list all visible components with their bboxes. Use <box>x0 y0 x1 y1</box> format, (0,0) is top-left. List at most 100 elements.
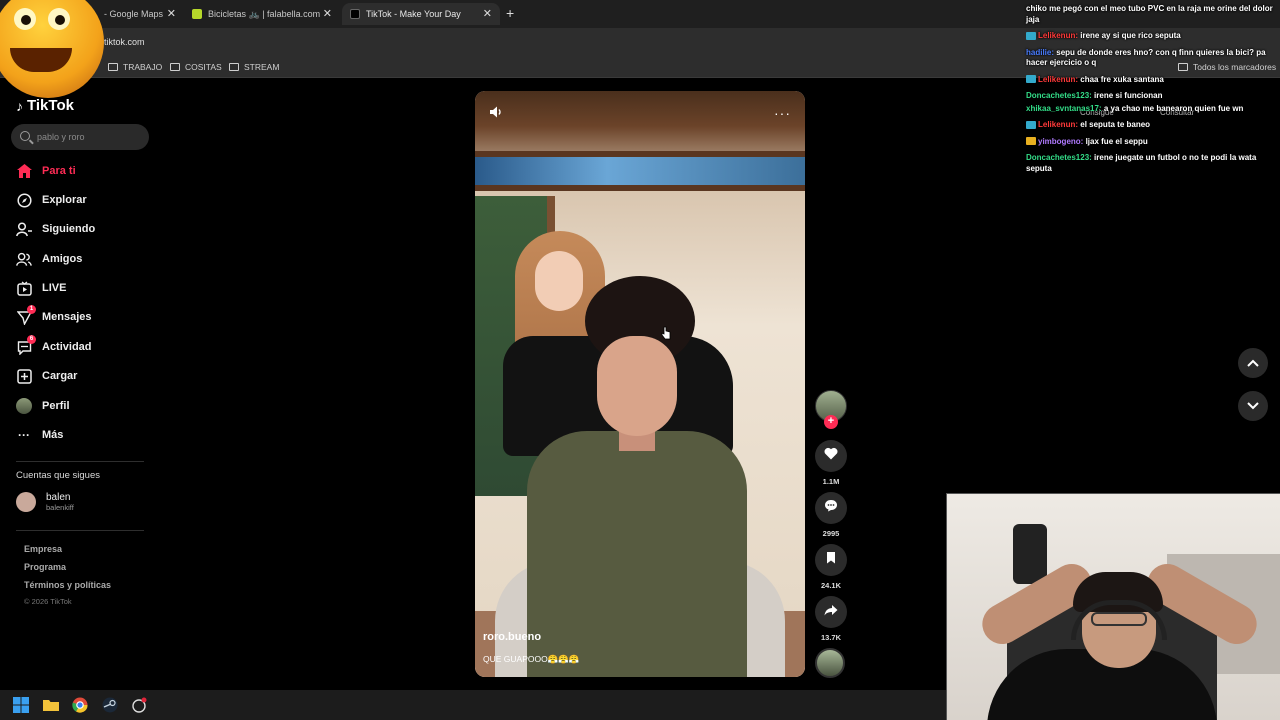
nav-mas[interactable]: ··· Más <box>16 425 63 445</box>
save-button[interactable] <box>815 544 847 576</box>
footer-link-empresa[interactable]: Empresa <box>24 544 62 554</box>
chat-user: yimbogeno: <box>1038 136 1084 146</box>
chat-message: Lelikenun: irene ay si que rico seputa <box>1026 31 1278 42</box>
nav-cargar[interactable]: Cargar <box>16 366 77 386</box>
video-caption: QUE GUAPOOO😤😤😤 <box>483 654 580 664</box>
tab-google-maps[interactable]: - Google Maps ✕ <box>96 3 184 25</box>
new-tab-button[interactable]: + <box>506 5 514 21</box>
chat-badge-icon <box>1026 75 1036 84</box>
activity-badge: 6 <box>27 335 36 344</box>
tab-label: Bicicletas 🚲 | falabella.com <box>208 8 321 19</box>
chat-badge-icon <box>1026 137 1036 146</box>
tab-falabella[interactable]: Bicicletas 🚲 | falabella.com ✕ <box>184 3 340 25</box>
hand-cursor-icon <box>661 326 671 340</box>
previous-video-button[interactable] <box>1238 348 1268 378</box>
nav-perfil[interactable]: Perfil <box>16 396 70 416</box>
chat-message: yimbogeno: ljax fue el seppu <box>1026 137 1278 148</box>
windows-start-icon[interactable] <box>13 697 29 713</box>
footer-link-programa[interactable]: Programa <box>24 562 66 572</box>
comment-icon <box>824 499 838 517</box>
chat-text: el seputa te baneo <box>1080 120 1151 129</box>
volume-icon[interactable] <box>489 105 503 119</box>
emoji-mouth <box>10 48 72 72</box>
webcam-scene-bag <box>1013 524 1047 584</box>
folder-icon <box>108 63 118 71</box>
tiktok-logo[interactable]: ♪ TikTok <box>16 97 74 114</box>
nav-label: Más <box>42 429 64 441</box>
nav-actividad[interactable]: 6 Actividad <box>16 335 92 357</box>
tab-tiktok[interactable]: TikTok - Make Your Day ✕ <box>342 3 500 25</box>
chat-message: hadilie: sepu de donde eres hno? con q f… <box>1026 48 1278 69</box>
close-tab-icon[interactable]: ✕ <box>323 7 332 20</box>
bookmark-label: STREAM <box>244 62 280 72</box>
upload-icon <box>16 368 32 384</box>
messages-badge: 1 <box>27 305 36 314</box>
webcam-overlay <box>946 493 1280 720</box>
nav-amigos[interactable]: Amigos <box>16 249 82 269</box>
nav-label: Perfil <box>42 400 70 412</box>
nav-para-ti[interactable]: Para ti <box>16 161 76 181</box>
bookmark-label: COSITAS <box>185 62 222 72</box>
chrome-icon[interactable] <box>72 697 88 713</box>
sidebar-divider <box>16 461 144 462</box>
bookmark-label: TRABAJO <box>123 62 163 72</box>
chat-message: Doncachetes123: irene juegate un futbol … <box>1026 153 1278 174</box>
emoji-eye <box>48 8 70 30</box>
video-scene-boy-shirt <box>527 431 747 677</box>
nav-label: Siguiendo <box>42 223 96 235</box>
bookmark-folder-cositas[interactable]: COSITAS <box>170 62 222 72</box>
folder-icon <box>229 63 239 71</box>
video-scene-window <box>475 151 805 191</box>
account-name: balen <box>46 492 71 503</box>
search-icon[interactable] <box>20 131 30 141</box>
video-scene-boy-face <box>597 336 677 436</box>
screen: { "browser": { "tabs": [ {"label": "- Go… <box>0 0 1280 720</box>
nav-live[interactable]: LIVE <box>16 278 66 298</box>
chat-user: Lelikenun: <box>1038 74 1079 84</box>
like-button[interactable] <box>815 440 847 472</box>
url-text[interactable]: tiktok.com <box>104 37 145 47</box>
share-button[interactable] <box>815 596 847 628</box>
live-icon <box>16 280 32 296</box>
chat-user: Doncachetes123: <box>1026 91 1092 100</box>
chat-text: chiko me pegó con el meo tubo PVC en la … <box>1026 4 1273 24</box>
steam-icon[interactable] <box>102 697 118 713</box>
nav-siguiendo[interactable]: Siguiendo <box>16 219 95 239</box>
close-tab-icon[interactable]: ✕ <box>483 7 492 20</box>
bookmark-icon <box>826 551 836 569</box>
nav-mensajes[interactable]: 1 Mensajes <box>16 305 92 327</box>
chat-message: Doncachetes123: irene si funcionan <box>1026 91 1278 102</box>
file-explorer-icon[interactable] <box>43 697 59 713</box>
next-video-button[interactable] <box>1238 391 1268 421</box>
bookmark-folder-trabajo[interactable]: TRABAJO <box>108 62 162 72</box>
share-count: 13.7K <box>820 633 841 642</box>
chat-text: a ya chao me banearon quien fue wn <box>1103 103 1244 113</box>
chat-user: Lelikenun: <box>1038 120 1079 129</box>
falabella-favicon-icon <box>192 9 202 19</box>
search-input[interactable] <box>37 129 143 145</box>
nav-label: LIVE <box>42 282 67 294</box>
search-box[interactable] <box>11 124 149 150</box>
footer-link-terminos[interactable]: Términos y políticas <box>24 580 111 590</box>
copyright: © 2026 TikTok <box>24 597 72 606</box>
video-author[interactable]: roro.bueno <box>483 631 541 643</box>
following-icon <box>16 221 32 237</box>
comment-button[interactable] <box>815 492 847 524</box>
followed-account-balen[interactable]: balen balenkiff <box>16 492 74 512</box>
video-player[interactable]: ··· roro.bueno QUE GUAPOOO😤😤😤 <box>475 91 805 677</box>
following-section-title: Cuentas que sigues <box>16 470 100 481</box>
video-more-options-icon[interactable]: ··· <box>774 105 791 121</box>
nav-label: Para ti <box>42 165 76 177</box>
app-with-notification-icon[interactable] <box>131 697 147 713</box>
follow-plus-icon[interactable]: + <box>824 415 838 429</box>
chat-user: xhikaa_svntanas17: <box>1026 103 1102 113</box>
chat-text: ljax fue el seppu <box>1085 136 1148 146</box>
nav-explorar[interactable]: Explorar <box>16 190 87 210</box>
music-disc-icon[interactable] <box>815 648 845 678</box>
sidebar-divider <box>16 530 144 531</box>
chat-text: chaa fre xuka santana <box>1080 74 1164 84</box>
close-tab-icon[interactable]: ✕ <box>167 7 176 20</box>
messages-icon: 1 <box>16 305 36 325</box>
compass-icon <box>16 192 32 208</box>
bookmark-folder-stream[interactable]: STREAM <box>229 62 279 72</box>
